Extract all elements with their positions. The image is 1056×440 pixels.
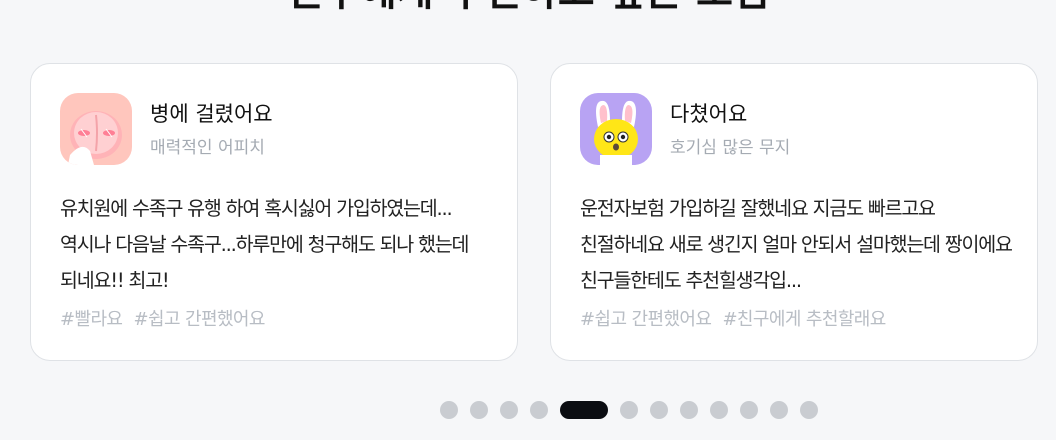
muzi-character-icon [580, 93, 652, 165]
author-title: 병에 걸렸어요 [150, 102, 273, 126]
review-card[interactable]: 다쳤어요 호기심 많은 무지 운전자보험 가입하길 잘했네요 지금도 빠르고요 … [550, 63, 1038, 361]
tag: #빨라요 [60, 309, 123, 330]
tag: #친구에게 추천할래요 [722, 309, 886, 330]
carousel-dot[interactable] [650, 401, 668, 419]
carousel-dot[interactable] [440, 401, 458, 419]
carousel-dot[interactable] [620, 401, 638, 419]
tag: #쉽고 간편했어요 [580, 309, 712, 330]
carousel-dot[interactable] [530, 401, 548, 419]
review-text: 유치원에 수족구 유행 하여 혹시싫어 가입하였는데...역시나 다음날 수족구… [60, 197, 469, 292]
section-title: 친구에게 추천하고 싶은 보험 [0, 0, 1056, 12]
author-name: 매력적인 어피치 [150, 138, 265, 158]
carousel-dot[interactable] [770, 401, 788, 419]
carousel-dot[interactable] [470, 401, 488, 419]
review-text: 운전자보험 가입하길 잘했네요 지금도 빠르고요 친절하네요 새로 생긴지 얼마… [580, 197, 1013, 292]
author-name: 호기심 많은 무지 [670, 138, 791, 158]
carousel-dot[interactable] [740, 401, 758, 419]
carousel-dot[interactable] [680, 401, 698, 419]
carousel-dot-active[interactable] [560, 401, 608, 419]
carousel-dot[interactable] [710, 401, 728, 419]
carousel-pagination [0, 400, 1056, 420]
author-title: 다쳤어요 [670, 102, 748, 126]
tag-list: #쉽고 간편했어요 #친구에게 추천할래요 [580, 308, 892, 332]
peach-character-icon [60, 93, 132, 165]
tag: #쉽고 간편했어요 [133, 309, 266, 330]
review-card[interactable]: 병에 걸렸어요 매력적인 어피치 유치원에 수족구 유행 하여 혹시싫어 가입하… [30, 63, 518, 361]
tag-list: #빨라요 #쉽고 간편했어요 [60, 308, 271, 332]
carousel-dot[interactable] [500, 401, 518, 419]
carousel-dot[interactable] [800, 401, 818, 419]
review-section: 친구에게 추천하고 싶은 보험 병에 걸렸어요 매력적인 어피치 유치원에 수족… [0, 0, 1056, 440]
